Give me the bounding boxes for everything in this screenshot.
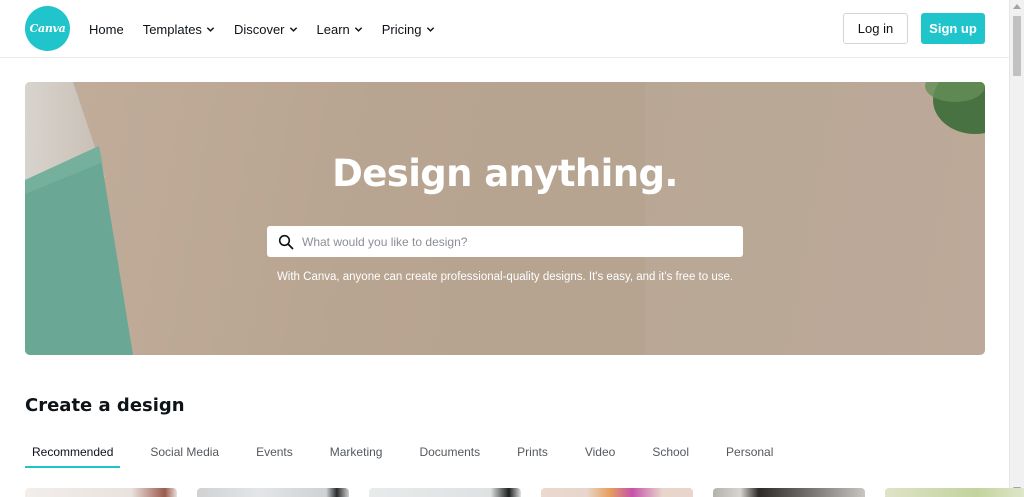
design-card[interactable] xyxy=(197,488,349,497)
chevron-down-icon xyxy=(206,26,215,32)
logo-text: Canva xyxy=(29,22,66,35)
hero-subtitle: With Canva, anyone can create profession… xyxy=(276,271,734,283)
tab-video[interactable]: Video xyxy=(578,444,622,468)
nav-discover[interactable]: Discover xyxy=(234,22,298,37)
login-button[interactable]: Log in xyxy=(843,13,908,44)
nav-learn[interactable]: Learn xyxy=(317,22,363,37)
tab-social-media[interactable]: Social Media xyxy=(143,444,226,468)
canva-logo[interactable]: Canva xyxy=(25,6,70,51)
design-card[interactable] xyxy=(885,488,1024,497)
tab-recommended[interactable]: Recommended xyxy=(25,444,121,468)
scroll-thumb[interactable] xyxy=(1013,16,1021,76)
chevron-down-icon xyxy=(354,26,362,32)
hero-title: Design anything. xyxy=(332,152,678,195)
nav-pricing-label: Pricing xyxy=(381,21,422,37)
design-card[interactable] xyxy=(713,488,865,497)
design-card[interactable] xyxy=(541,488,693,497)
design-cards-row xyxy=(25,488,1024,497)
nav-templates[interactable]: Templates xyxy=(143,22,215,37)
tab-school[interactable]: School xyxy=(645,444,696,468)
main-nav: Home Templates Discover Learn Pricing xyxy=(89,0,454,58)
nav-learn-label: Learn xyxy=(316,21,350,37)
signup-button[interactable]: Sign up xyxy=(921,13,985,44)
nav-home[interactable]: Home xyxy=(89,22,124,37)
design-card[interactable] xyxy=(25,488,177,497)
tab-marketing[interactable]: Marketing xyxy=(323,444,390,468)
page-scrollbar[interactable] xyxy=(1009,0,1024,497)
nav-discover-label: Discover xyxy=(233,21,285,37)
tab-documents[interactable]: Documents xyxy=(412,444,487,468)
hero-banner: Design anything. With Canva, anyone can … xyxy=(25,82,985,355)
nav-pricing[interactable]: Pricing xyxy=(382,22,435,37)
scroll-up-arrow-icon[interactable] xyxy=(1013,4,1021,9)
design-category-tabs: Recommended Social Media Events Marketin… xyxy=(25,444,803,468)
chevron-down-icon xyxy=(426,26,434,32)
tab-personal[interactable]: Personal xyxy=(719,444,780,468)
tab-events[interactable]: Events xyxy=(249,444,300,468)
search-icon xyxy=(278,234,294,249)
create-design-heading: Create a design xyxy=(25,395,185,416)
design-card[interactable] xyxy=(369,488,521,497)
nav-templates-label: Templates xyxy=(142,21,202,37)
nav-home-label: Home xyxy=(89,21,124,37)
chevron-down-icon xyxy=(289,26,297,32)
search-input[interactable] xyxy=(302,234,722,249)
design-search-bar[interactable] xyxy=(267,226,743,257)
tab-prints[interactable]: Prints xyxy=(510,444,555,468)
top-navbar: Canva Home Templates Discover Learn Pric… xyxy=(0,0,1009,58)
hero-background-image xyxy=(25,82,985,355)
